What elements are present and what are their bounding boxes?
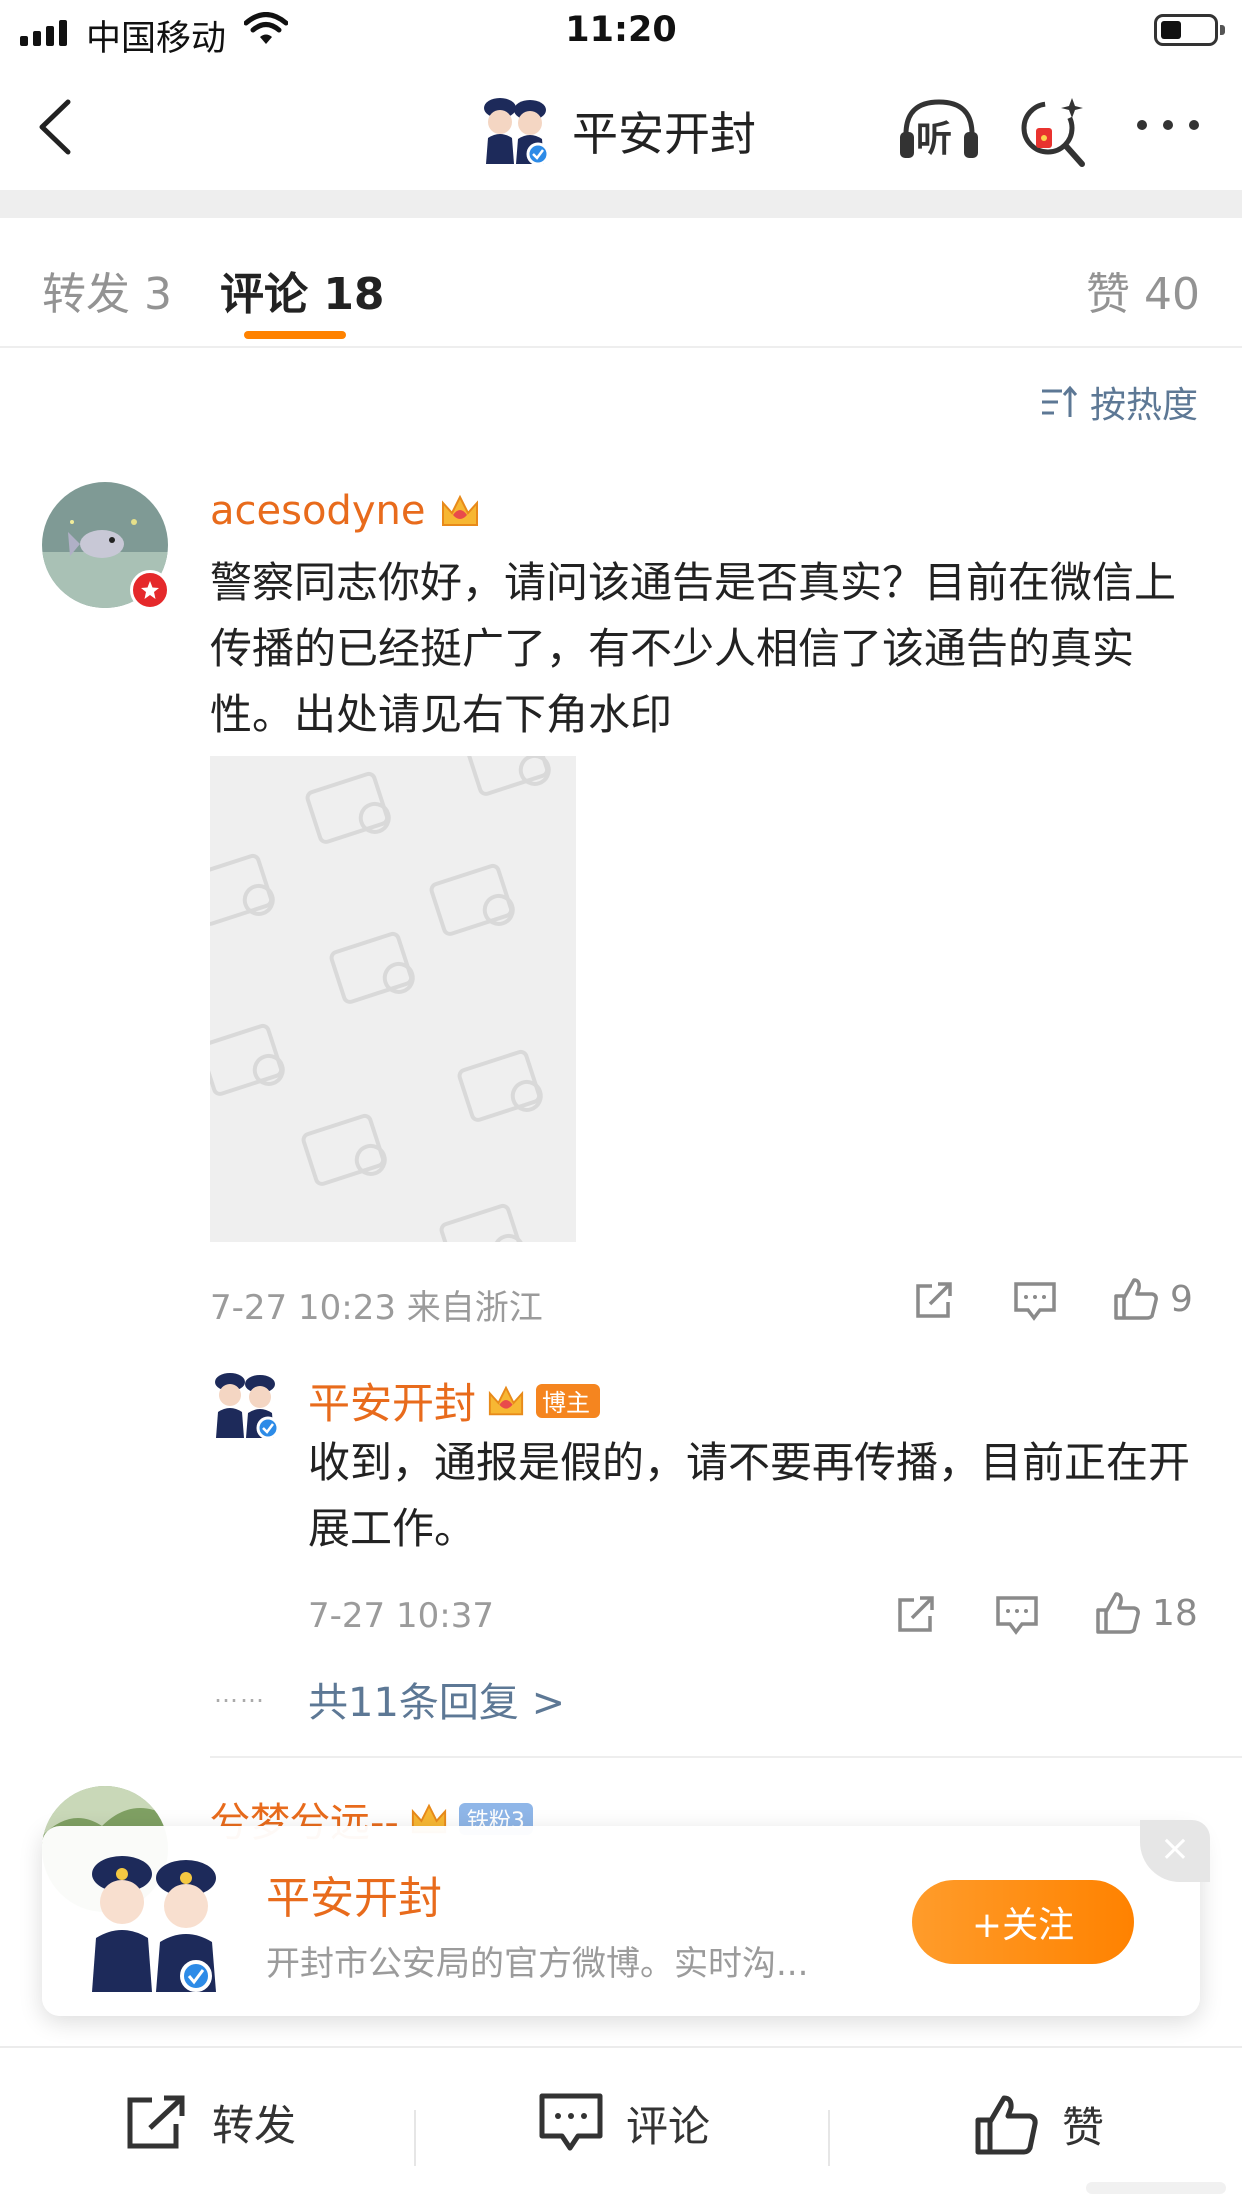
reply-comment-icon[interactable] (994, 1594, 1040, 1636)
crown-icon (442, 494, 479, 526)
comment-like-count: 9 (1170, 1278, 1193, 1320)
reply-avatar[interactable] (210, 1368, 284, 1440)
listen-label: 听 (916, 119, 953, 160)
reply-thread-dots: …… (214, 1680, 266, 1708)
page-title: 平安开封 (572, 107, 756, 161)
card-description: 开封市公安局的官方微博。实时沟... (266, 1944, 809, 1984)
repost-icon (127, 2095, 185, 2148)
like-label: 赞 (1062, 2102, 1105, 2152)
battery-icon (1154, 14, 1225, 46)
listen-button[interactable]: 听 (896, 96, 982, 166)
like-button[interactable]: 赞 (974, 2092, 1104, 2156)
reply-share-icon[interactable] (894, 1594, 938, 1636)
sort-icon (1041, 385, 1078, 417)
comment-text: 警察同志你好，请问该通告是否真实？目前在微信上传播的已经挺广了，有不少人相信了该… (210, 558, 1177, 739)
toolbar-separator (828, 2110, 830, 2166)
home-indicator (1086, 2182, 1226, 2194)
thumbs-up-icon (975, 2095, 1038, 2155)
clock: 11:20 (565, 10, 677, 50)
back-button[interactable] (28, 92, 88, 162)
verified-icon (526, 142, 550, 166)
comment-meta: 7-27 10:23 来自浙江 (210, 1288, 543, 1328)
reply-like-button[interactable]: 18 (1094, 1590, 1198, 1636)
card-title: 平安开封 (266, 1873, 442, 1924)
section-divider (0, 190, 1242, 218)
tab-comment[interactable]: 评论 18 (220, 258, 385, 322)
comment-label: 评论 (626, 2101, 711, 2151)
crown-icon (488, 1385, 524, 1415)
active-tab-indicator (244, 331, 346, 339)
status-bar: 中国移动 11:20 (0, 0, 1242, 62)
tab-like[interactable]: 赞 40 (1086, 258, 1200, 322)
search-icon[interactable] (1018, 92, 1088, 170)
repost-label: 转发 (212, 2101, 297, 2150)
sort-label: 按热度 (1089, 385, 1198, 426)
comment-share-icon[interactable] (912, 1280, 956, 1322)
follow-button[interactable]: +关注 (912, 1880, 1134, 1964)
account-avatar[interactable] (478, 92, 556, 166)
comment-reply-icon[interactable] (1012, 1280, 1058, 1322)
reply-text: 收到，通报是假的，请不要再传播，目前正在开展工作。 (308, 1438, 1191, 1553)
comment-divider (210, 1756, 1242, 1758)
comment-like-button[interactable]: 9 (1112, 1276, 1193, 1322)
close-icon[interactable]: × (1140, 1820, 1210, 1882)
image-placeholder-icon (210, 756, 551, 1242)
comment-username-label: acesodyne (210, 488, 426, 534)
repost-button[interactable]: 转发 (124, 2092, 296, 2153)
comment-image[interactable] (210, 756, 576, 1242)
thumbs-up-icon (1096, 1592, 1140, 1634)
card-avatar[interactable] (78, 1846, 234, 1996)
reply-username-label: 平安开封 (308, 1379, 477, 1428)
thumbs-up-icon (1114, 1278, 1158, 1320)
more-replies-link[interactable]: 共11条回复 > (308, 1670, 565, 1728)
comment-username[interactable]: acesodyne (210, 488, 481, 534)
reply-username[interactable]: 平安开封 博主 (308, 1370, 601, 1431)
nav-bar: 平安开封 听 (0, 62, 1242, 190)
toolbar-separator (414, 2110, 416, 2166)
follow-card: 平安开封 开封市公安局的官方微博。实时沟... +关注 × (42, 1820, 1210, 2016)
tab-repost[interactable]: 转发 3 (42, 258, 172, 322)
reply-meta: 7-27 10:37 (308, 1596, 494, 1636)
reply-like-count: 18 (1152, 1592, 1198, 1634)
blogger-badge: 博主 (536, 1383, 601, 1418)
vip-badge-icon (130, 570, 170, 610)
bottom-toolbar: 转发 评论 赞 (0, 2046, 1242, 2208)
comment-icon (539, 2093, 603, 2151)
tab-bar: 转发 3 评论 18 赞 40 (0, 218, 1242, 348)
more-icon[interactable] (1132, 110, 1204, 140)
sort-button[interactable]: 按热度 (1040, 376, 1198, 428)
comment-button[interactable]: 评论 (538, 2092, 710, 2154)
